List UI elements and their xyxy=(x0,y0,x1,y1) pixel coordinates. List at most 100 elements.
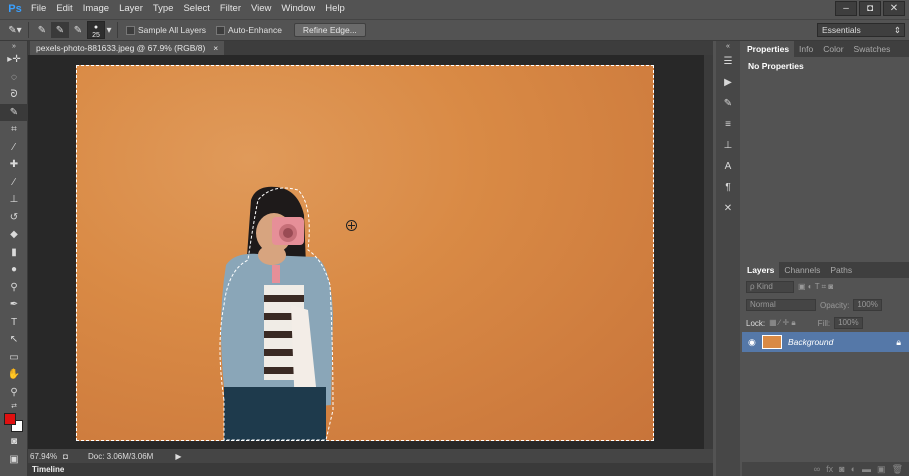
workspace-value: Essentials xyxy=(822,25,861,35)
selection-marquee xyxy=(76,65,654,441)
eyedropper-tool-icon[interactable]: ⁄ xyxy=(0,139,28,157)
tab-paths[interactable]: Paths xyxy=(825,262,857,278)
tools-presets-panel-icon[interactable]: ✕ xyxy=(716,198,740,219)
new-selection-brush-icon[interactable]: ✎ xyxy=(33,22,51,38)
blend-mode-value: Normal xyxy=(750,300,776,309)
layer-filter-row: ρ Kind ▣ ◐ T ⌗ ◙ xyxy=(742,278,909,296)
healing-brush-tool-icon[interactable]: ✚ xyxy=(0,156,28,174)
separator xyxy=(117,22,118,38)
panel-collapse-icon[interactable]: » xyxy=(0,41,28,51)
tab-channels[interactable]: Channels xyxy=(779,262,825,278)
character-panel-icon[interactable]: A xyxy=(716,156,740,177)
tab-info[interactable]: Info xyxy=(794,41,818,57)
zoom-level[interactable]: 67.94% xyxy=(30,452,57,461)
collapsed-panels-strip: « ☰ ▶ ✎ ≡ ⊥ A ¶ ✕ xyxy=(716,41,740,476)
layer-row-background[interactable]: ◉ Background 🔒︎ xyxy=(742,332,909,352)
tab-color[interactable]: Color xyxy=(818,41,848,57)
history-brush-tool-icon[interactable]: ↺ xyxy=(0,209,28,227)
layers-panel: Layers Channels Paths ρ Kind ▣ ◐ T ⌗ ◙ N… xyxy=(742,262,909,476)
add-selection-brush-icon[interactable]: ✎ xyxy=(51,22,69,38)
trash-icon[interactable]: 🗑︎ xyxy=(892,464,903,475)
swap-colors-icon[interactable]: ⇄ xyxy=(0,401,28,411)
quick-mask-icon[interactable]: ◙ xyxy=(0,433,28,451)
sample-all-layers-checkbox[interactable] xyxy=(126,25,135,35)
tab-properties[interactable]: Properties xyxy=(742,41,795,57)
restore-button[interactable]: ◘ xyxy=(859,1,881,16)
auto-enhance-label: Auto-Enhance xyxy=(228,25,282,35)
tab-swatches[interactable]: Swatches xyxy=(849,41,896,57)
marquee-tool-icon[interactable]: ◌ xyxy=(0,69,28,87)
path-selection-tool-icon[interactable]: ↖ xyxy=(0,331,28,349)
quick-selection-tool-icon[interactable]: ✎ xyxy=(0,103,28,121)
pen-tool-icon[interactable]: ✒ xyxy=(0,296,28,314)
color-swatches xyxy=(0,411,27,433)
canvas-area[interactable] xyxy=(28,55,704,449)
close-button[interactable]: ✕ xyxy=(883,1,905,16)
type-tool-icon[interactable]: T xyxy=(0,314,28,332)
screen-mode-icon[interactable]: ▣ xyxy=(0,451,28,469)
vertical-scrollbar[interactable] xyxy=(704,55,713,449)
brush-tool-icon[interactable]: ∕ xyxy=(0,174,28,192)
opacity-input[interactable]: 100% xyxy=(853,299,882,311)
move-tool-icon[interactable]: ▸✛ xyxy=(0,51,28,69)
lock-icon: 🔒︎ xyxy=(896,336,901,347)
hand-tool-icon[interactable]: ✋ xyxy=(0,366,28,384)
adjustment-layer-icon[interactable]: ◐ xyxy=(851,464,856,474)
tab-layers[interactable]: Layers xyxy=(742,262,780,278)
gradient-tool-icon[interactable]: ▮ xyxy=(0,244,28,262)
workspace-select[interactable]: Essentials ⇕ xyxy=(817,23,905,37)
menu-window[interactable]: Window xyxy=(276,0,320,18)
close-tab-icon[interactable]: × xyxy=(213,41,218,55)
lasso-tool-icon[interactable]: ᘐ xyxy=(0,86,28,104)
blend-mode-select[interactable]: Normal xyxy=(746,299,816,311)
blur-tool-icon[interactable]: ● xyxy=(0,261,28,279)
crop-tool-icon[interactable]: ⌗ xyxy=(0,121,28,139)
paragraph-panel-icon[interactable]: ¶ xyxy=(716,177,740,198)
link-layers-icon[interactable]: ∞ xyxy=(814,464,820,474)
tool-preset-icon[interactable]: ✎▾ xyxy=(6,22,24,38)
panel-collapse-icon[interactable]: « xyxy=(716,41,740,51)
export-icon[interactable]: ◘ xyxy=(63,452,68,461)
new-layer-icon[interactable]: ▣ xyxy=(877,464,886,475)
menu-file[interactable]: File xyxy=(26,0,51,18)
timeline-panel[interactable]: Timeline xyxy=(28,463,713,476)
menu-type[interactable]: Type xyxy=(148,0,179,18)
brush-panel-icon[interactable]: ✎ xyxy=(716,93,740,114)
clone-source-panel-icon[interactable]: ⊥ xyxy=(716,135,740,156)
minimize-button[interactable]: – xyxy=(835,1,857,16)
menu-help[interactable]: Help xyxy=(320,0,350,18)
fill-input[interactable]: 100% xyxy=(834,317,863,329)
layer-style-icon[interactable]: fx xyxy=(826,464,833,474)
eraser-tool-icon[interactable]: ◆ xyxy=(0,226,28,244)
visibility-eye-icon[interactable]: ◉ xyxy=(748,337,756,348)
shape-tool-icon[interactable]: ▭ xyxy=(0,349,28,367)
zoom-tool-icon[interactable]: ⚲ xyxy=(0,384,28,402)
new-group-icon[interactable]: ▬ xyxy=(862,464,871,474)
brush-size-picker[interactable]: ● 25 xyxy=(87,21,105,39)
document-title: pexels-photo-881633.jpeg @ 67.9% (RGB/8) xyxy=(36,43,206,53)
menu-view[interactable]: View xyxy=(246,0,276,18)
dodge-tool-icon[interactable]: ⚲ xyxy=(0,279,28,297)
menu-layer[interactable]: Layer xyxy=(114,0,148,18)
foreground-color-swatch[interactable] xyxy=(4,413,16,425)
brush-size-dropdown-icon[interactable]: ▾ xyxy=(105,22,113,38)
clone-stamp-tool-icon[interactable]: ⊥ xyxy=(0,191,28,209)
sample-all-layers-label: Sample All Layers xyxy=(138,25,207,35)
actions-panel-icon[interactable]: ▶ xyxy=(716,72,740,93)
auto-enhance-checkbox[interactable] xyxy=(216,25,226,35)
document-tab[interactable]: pexels-photo-881633.jpeg @ 67.9% (RGB/8)… xyxy=(30,41,225,55)
menu-filter[interactable]: Filter xyxy=(215,0,246,18)
subtract-selection-brush-icon[interactable]: ✎ xyxy=(69,22,87,38)
menu-image[interactable]: Image xyxy=(78,0,114,18)
layer-name[interactable]: Background xyxy=(788,337,896,347)
layer-thumbnail xyxy=(762,335,782,349)
history-panel-icon[interactable]: ☰ xyxy=(716,51,740,72)
status-menu-arrow-icon[interactable]: ▶ xyxy=(175,452,181,461)
menu-edit[interactable]: Edit xyxy=(51,0,77,18)
refine-edge-button[interactable]: Refine Edge... xyxy=(293,23,366,37)
menu-select[interactable]: Select xyxy=(178,0,214,18)
adjustments-panel-icon[interactable]: ≡ xyxy=(716,114,740,135)
layer-filter-select[interactable]: ρ Kind xyxy=(746,281,794,293)
lock-icons[interactable]: ▦ ∕ ✛ 🔒︎ xyxy=(769,318,796,328)
add-mask-icon[interactable]: ◙ xyxy=(839,464,844,474)
